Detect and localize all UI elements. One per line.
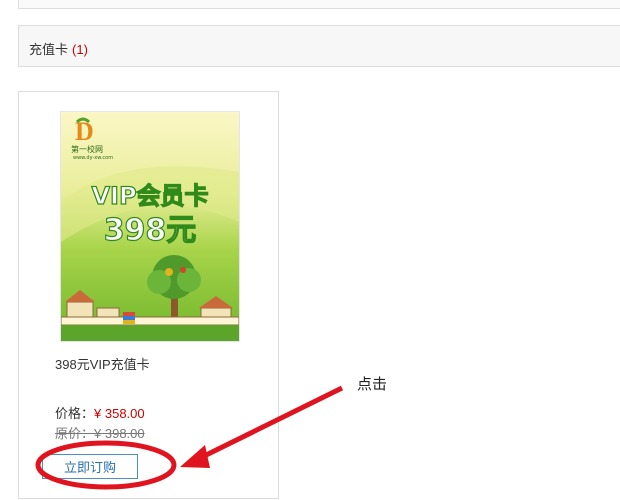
- card-amount: 398元: [104, 213, 197, 248]
- original-price-value: ¥ 398.00: [94, 426, 145, 441]
- product-card: D 第一校网 www.dy-xw.com VIP会员卡 398元 398元VIP…: [18, 91, 279, 499]
- product-image[interactable]: D 第一校网 www.dy-xw.com VIP会员卡 398元: [60, 111, 240, 342]
- category-header: 充值卡 (1): [18, 25, 620, 67]
- logo-url: www.dy-xw.com: [73, 155, 113, 161]
- top-bar: [18, 0, 620, 9]
- logo-text: 第一校网: [71, 144, 103, 154]
- price-row: 价格：¥ 358.00: [55, 403, 145, 422]
- card-title: VIP会员卡: [91, 182, 208, 210]
- category-title[interactable]: 充值卡 (1): [29, 39, 88, 58]
- product-name[interactable]: 398元VIP充值卡: [55, 354, 150, 373]
- original-price-label: 原价：: [55, 426, 95, 441]
- category-count: (1): [72, 42, 88, 57]
- buy-now-button[interactable]: 立即订购: [42, 454, 138, 479]
- price-label: 价格：: [55, 406, 95, 421]
- original-price-row: 原价：¥ 398.00: [55, 423, 145, 442]
- price-value: ¥ 358.00: [94, 406, 145, 421]
- vip-card-illustration: D 第一校网 www.dy-xw.com VIP会员卡 398元: [61, 112, 239, 341]
- annotation-click-label: 点击: [357, 376, 388, 393]
